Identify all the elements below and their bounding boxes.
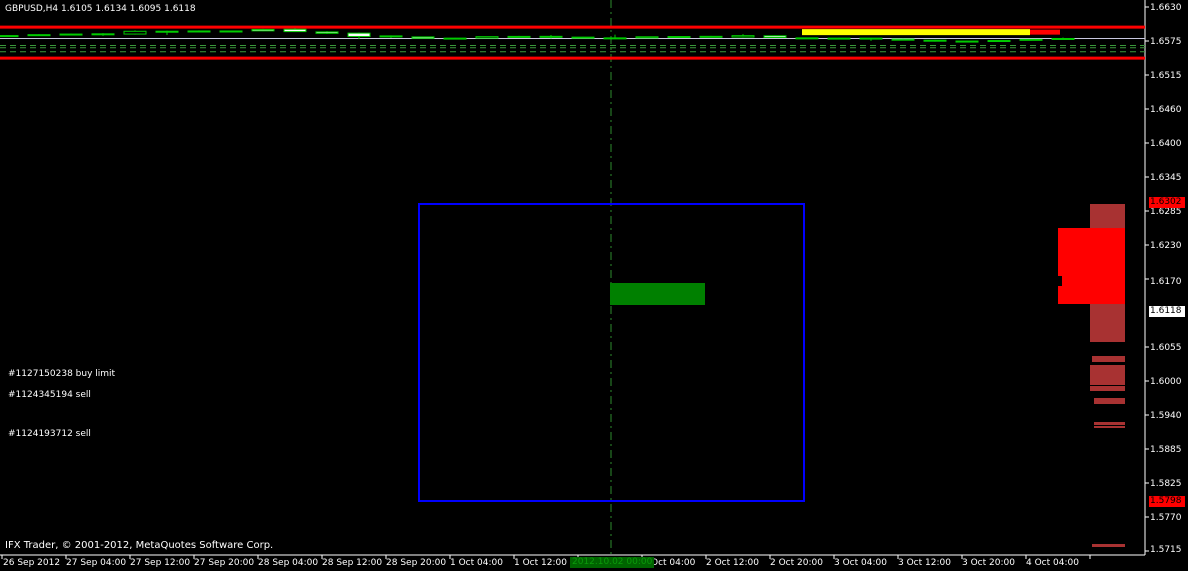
order-label-sell-1[interactable]: #1124345194 sell <box>8 390 91 401</box>
candle-body <box>27 34 51 37</box>
price-tick: 1.5770 <box>1150 513 1182 523</box>
candle-body <box>859 37 883 40</box>
candle-body <box>507 35 531 38</box>
candle-body <box>539 35 563 38</box>
candle-body <box>155 30 179 33</box>
time-tick: 27 Sep 12:00 <box>130 558 191 568</box>
chart-window[interactable]: GBPUSD,H4 1.6105 1.6134 1.6095 1.6118 #1… <box>0 0 1188 571</box>
candle-body <box>347 32 371 38</box>
support-price-badge: 1.5798 <box>1149 496 1185 507</box>
bid-price-badge: 1.6118 <box>1149 306 1185 317</box>
time-tick: 3 Oct 20:00 <box>962 558 1015 568</box>
candle-body <box>923 39 947 42</box>
candle-body <box>1051 37 1075 40</box>
candle-body <box>315 31 339 34</box>
time-tick: 1 Oct 12:00 <box>514 558 567 568</box>
price-tick: 1.6345 <box>1150 173 1182 183</box>
copyright-text: IFX Trader, © 2001-2012, MetaQuotes Soft… <box>5 540 274 551</box>
price-tick: 1.6055 <box>1150 343 1182 353</box>
price-tick: 1.6285 <box>1150 207 1182 217</box>
price-tick: 1.6400 <box>1150 139 1182 149</box>
volume-profile-block <box>1058 286 1125 304</box>
price-tick: 1.6575 <box>1150 37 1182 47</box>
volume-profile-block <box>1092 544 1125 547</box>
symbol-timeframe: GBPUSD,H4 <box>5 4 59 14</box>
time-tick: Oct 04:00 <box>651 558 696 568</box>
time-tick: 28 Sep 12:00 <box>322 558 383 568</box>
volume-profile-block <box>1092 356 1125 362</box>
volume-profile-block <box>1090 365 1125 385</box>
price-tick: 1.6170 <box>1150 277 1182 287</box>
candle-body <box>635 36 659 39</box>
volume-profile-block <box>1090 276 1125 286</box>
candle-body <box>827 37 851 40</box>
candle-body <box>699 35 723 38</box>
highlight-zone <box>610 283 705 305</box>
price-tick: 1.6230 <box>1150 241 1182 251</box>
price-tick: 1.5715 <box>1150 545 1182 555</box>
volume-profile-block <box>1062 276 1090 286</box>
candle-body <box>795 37 819 40</box>
time-tick: 1 Oct 04:00 <box>450 558 503 568</box>
volume-profile-block <box>1094 426 1125 428</box>
resistance-price-badge: 1.6302 <box>1149 197 1185 208</box>
time-tick: 27 Sep 20:00 <box>194 558 255 568</box>
price-tick: 1.6000 <box>1150 377 1182 387</box>
candle-body <box>1019 38 1043 41</box>
symbol-header: GBPUSD,H4 1.6105 1.6134 1.6095 1.6118 <box>5 4 196 15</box>
candle-body <box>603 37 627 40</box>
time-tick: 26 Sep 2012 <box>3 558 61 568</box>
price-tick: 1.5885 <box>1150 445 1182 455</box>
time-tick: 3 Oct 12:00 <box>898 558 951 568</box>
candle-body <box>571 36 595 39</box>
candle-body <box>91 33 115 36</box>
time-tick: 4 Oct 04:00 <box>1026 558 1079 568</box>
price-tick: 1.6515 <box>1150 71 1182 81</box>
candle-body <box>955 40 979 43</box>
time-tick: 2 Oct 12:00 <box>706 558 759 568</box>
time-tick: 28 Sep 04:00 <box>258 558 319 568</box>
crosshair-time-label: 2012.10.02 00:00 <box>570 557 655 568</box>
candle-body <box>379 35 403 38</box>
price-tick: 1.5940 <box>1150 411 1182 421</box>
candle-body <box>475 36 499 39</box>
candle-body <box>763 35 787 38</box>
candle-body <box>987 40 1011 43</box>
order-label-sell-2[interactable]: #1124193712 sell <box>8 429 91 440</box>
volume-profile-block <box>1058 228 1125 276</box>
time-tick: 27 Sep 04:00 <box>66 558 127 568</box>
order-label-buy-limit[interactable]: #1127150238 buy limit <box>8 369 115 380</box>
ohlc-values: 1.6105 1.6134 1.6095 1.6118 <box>61 4 196 14</box>
candle-body <box>123 30 147 35</box>
candle-body <box>187 30 211 33</box>
time-tick: 28 Sep 20:00 <box>386 558 447 568</box>
price-tick: 1.6630 <box>1150 3 1182 13</box>
volume-profile-block <box>1090 304 1125 342</box>
candle-body <box>667 36 691 39</box>
volume-profile-block <box>1094 422 1125 425</box>
volume-profile-block <box>1090 386 1125 391</box>
candle-body <box>219 30 243 33</box>
time-tick: 2 Oct 20:00 <box>770 558 823 568</box>
candle-body <box>283 28 307 33</box>
candle-body <box>0 35 19 38</box>
price-tick: 1.6460 <box>1150 105 1182 115</box>
time-tick: 3 Oct 04:00 <box>834 558 887 568</box>
candle-body <box>411 36 435 39</box>
volume-profile-block <box>1094 398 1125 404</box>
candle-body <box>59 33 83 36</box>
candle-body <box>443 37 467 40</box>
volume-profile-block <box>1090 204 1125 228</box>
price-tick: 1.5825 <box>1150 479 1182 489</box>
chart-canvas[interactable] <box>0 0 1188 571</box>
candle-body <box>891 38 915 41</box>
candle-body <box>731 35 755 38</box>
candle-body <box>251 28 275 32</box>
